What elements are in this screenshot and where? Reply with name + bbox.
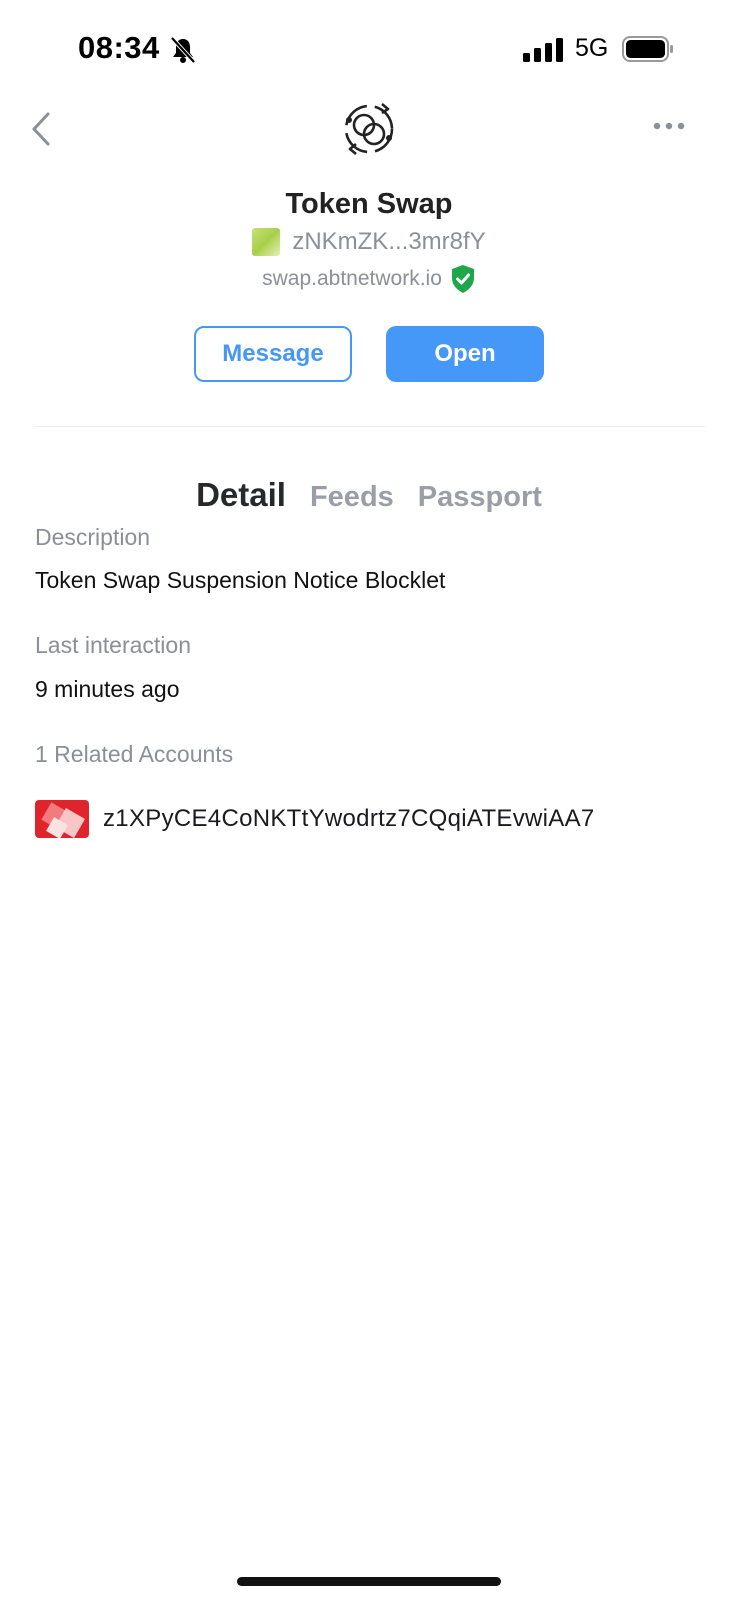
related-accounts-label: 1 Related Accounts [35, 741, 234, 767]
token-swap-icon [344, 103, 394, 155]
home-indicator[interactable] [237, 1577, 501, 1586]
verified-shield-icon [451, 265, 474, 293]
description-value: Token Swap Suspension Notice Blocklet [35, 567, 446, 593]
tab-feeds[interactable]: Feeds [310, 481, 394, 514]
network-type: 5G [575, 34, 609, 62]
bell-off-icon [170, 36, 196, 64]
chevron-left-icon[interactable] [28, 110, 56, 148]
more-horizontal-icon[interactable] [652, 116, 686, 136]
account-address: z1XPyCE4CoNKTtYwodrtz7CQqiATEvwiAA7 [103, 805, 595, 832]
tab-bar: Detail Feeds Passport [0, 476, 738, 514]
app-domain[interactable]: swap.abtnetwork.io [262, 267, 442, 291]
last-interaction-value: 9 minutes ago [35, 676, 180, 702]
status-time: 08:34 [78, 30, 160, 65]
account-avatar [35, 800, 89, 838]
domain-row: swap.abtnetwork.io [0, 264, 738, 294]
did-avatar [252, 228, 281, 256]
tab-detail[interactable]: Detail [196, 476, 286, 514]
did-row: zNKmZK...3mr8fY [0, 228, 738, 256]
app-title: Token Swap [285, 188, 453, 220]
last-interaction-label: Last interaction [35, 632, 191, 658]
tab-passport[interactable]: Passport [418, 481, 542, 514]
did-address[interactable]: zNKmZK...3mr8fY [292, 228, 485, 256]
divider [35, 426, 705, 427]
battery-icon [622, 36, 673, 62]
message-button[interactable]: Message [194, 326, 352, 382]
signal-icon [523, 38, 563, 62]
open-button[interactable]: Open [386, 326, 544, 382]
description-label: Description [35, 524, 151, 550]
related-account-item[interactable]: z1XPyCE4CoNKTtYwodrtz7CQqiATEvwiAA7 [35, 800, 595, 838]
